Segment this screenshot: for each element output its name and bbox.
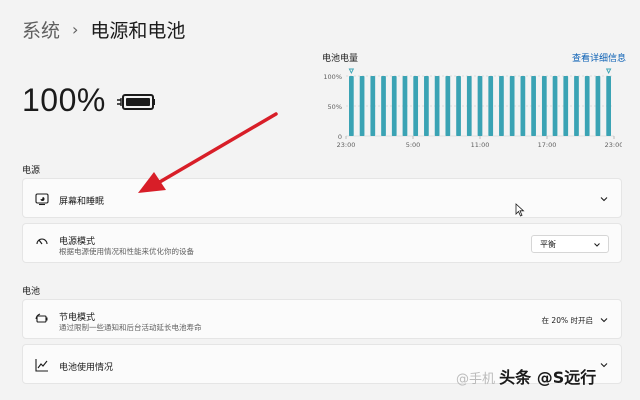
watermark: @手机 头条 @S远行	[456, 364, 596, 388]
watermark-strong: 头条 @S远行	[499, 368, 597, 387]
watermark-muted: @手机	[456, 372, 496, 387]
annotation-arrow	[138, 112, 278, 193]
